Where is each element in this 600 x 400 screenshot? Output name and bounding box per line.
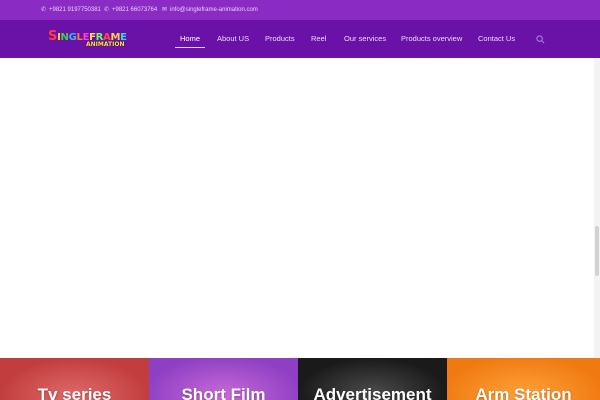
nav-active-underline (175, 47, 205, 48)
phone-icon: ✆ (104, 7, 110, 13)
tile-title: Short Film (181, 385, 266, 400)
tile-tv-series[interactable]: Tv series (0, 358, 149, 400)
main-nav: Home About US Products Reel Our services… (0, 34, 600, 48)
nav-products[interactable]: Products (265, 34, 295, 43)
mail-icon: ✉ (162, 7, 168, 13)
phone-2-text: +9821 66073764 (112, 6, 158, 13)
nav-our-services[interactable]: Our services (344, 34, 386, 43)
email-link[interactable]: ✉ info@singleframe-animation.com (162, 6, 258, 14)
page-scrollbar[interactable] (594, 58, 600, 358)
nav-products-overview[interactable]: Products overview (401, 34, 462, 43)
email-text: info@singleframe-animation.com (170, 6, 258, 13)
nav-contact-us[interactable]: Contact Us (478, 34, 515, 43)
search-icon[interactable] (536, 35, 545, 44)
main-header: SINGLEFRAME ANIMATION Home About US Prod… (0, 20, 600, 58)
phone-icon: ✆ (41, 7, 47, 13)
phone-1[interactable]: ✆ +9821 9197750381 (41, 6, 101, 14)
hero-slider-area (0, 58, 600, 358)
scrollbar-thumb[interactable] (595, 226, 599, 276)
tile-arm-station[interactable]: Arm Station (447, 358, 600, 400)
tile-advertisement[interactable]: Advertisement (298, 358, 447, 400)
nav-about-us[interactable]: About US (217, 34, 249, 43)
top-contact-bar: ✆ +9821 9197750381 ✆ +9821 66073764 ✉ in… (0, 0, 600, 20)
tile-title: Arm Station (475, 385, 572, 400)
phone-2[interactable]: ✆ +9821 66073764 (104, 6, 158, 14)
nav-reel[interactable]: Reel (311, 34, 326, 43)
tile-title: Advertisement (313, 385, 432, 400)
tile-short-film[interactable]: Short Film (149, 358, 298, 400)
phone-1-text: +9821 9197750381 (49, 6, 101, 13)
tile-title: Tv series (37, 385, 112, 400)
nav-home[interactable]: Home (180, 34, 200, 43)
category-tiles: Tv series Short Film Advertisement Arm S… (0, 358, 600, 400)
